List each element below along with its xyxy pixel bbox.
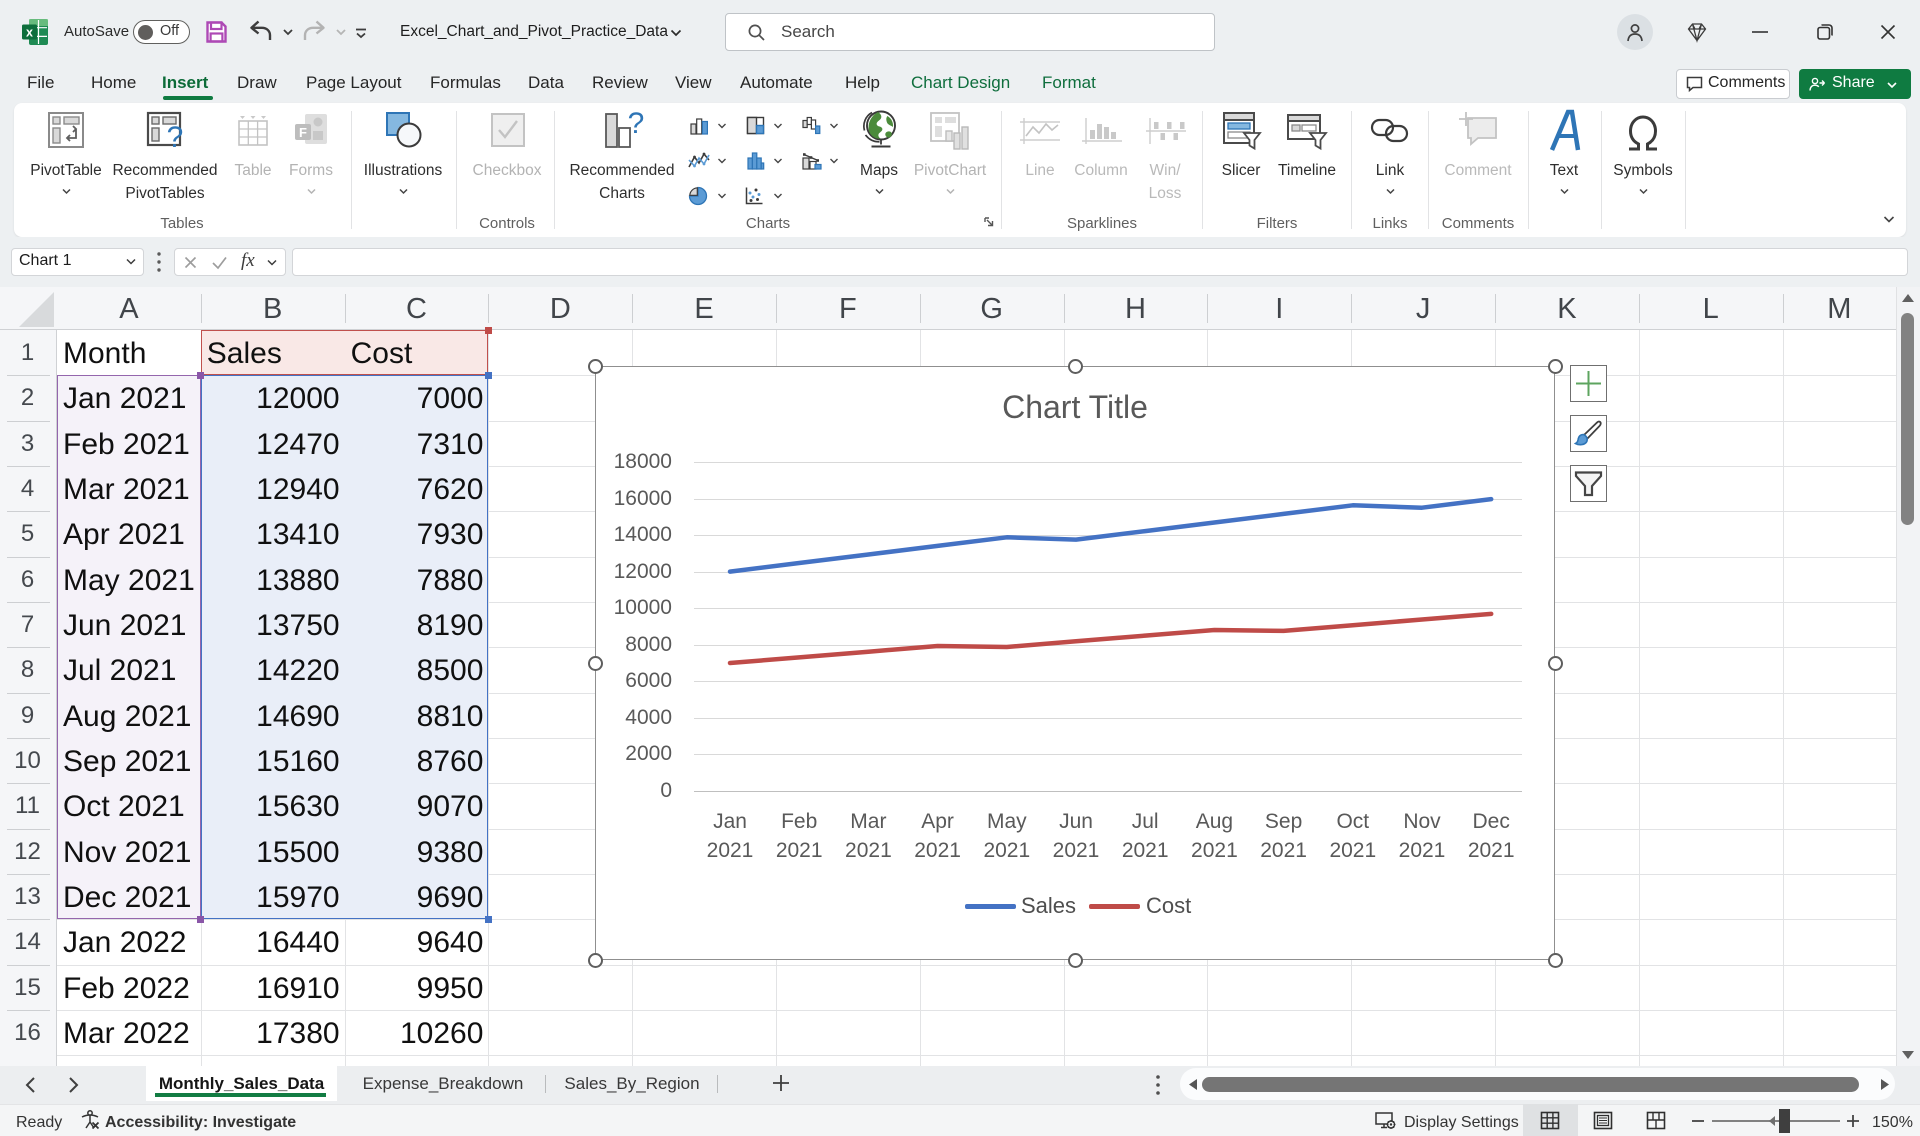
svg-text:?: ? [628,111,645,140]
svg-text:x: x [26,26,33,40]
svg-text:?: ? [167,121,184,151]
svg-text:F: F [299,125,307,140]
